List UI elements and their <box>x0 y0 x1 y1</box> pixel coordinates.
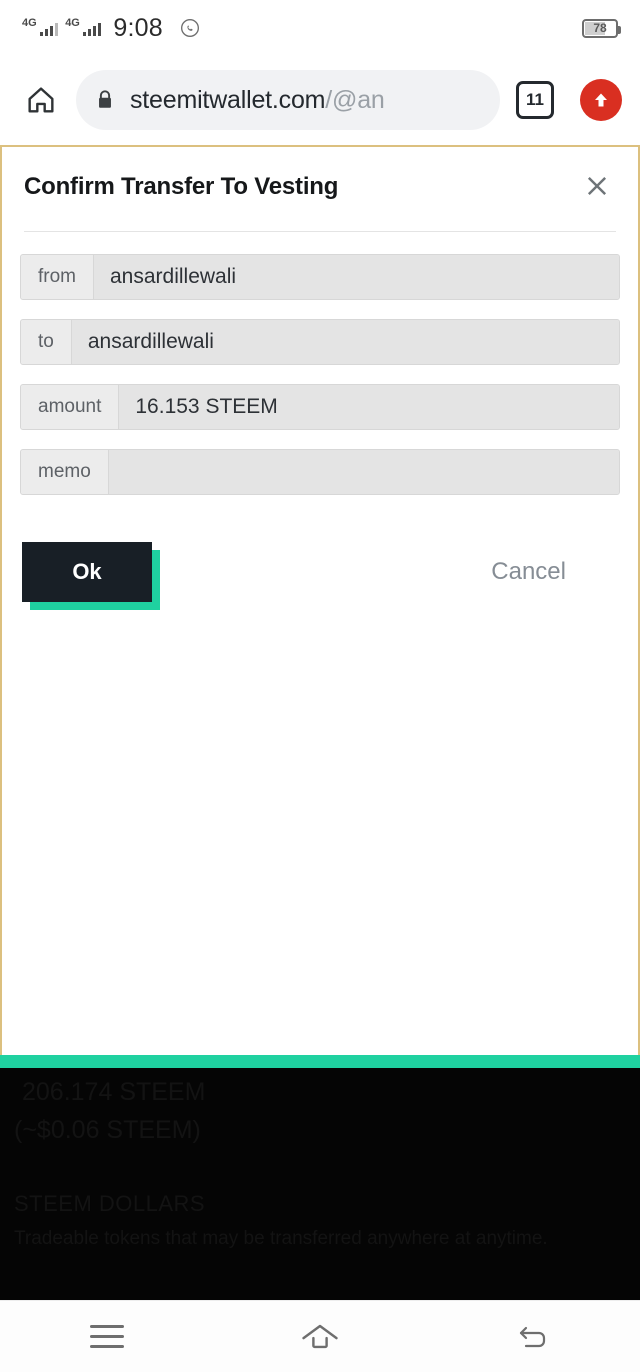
status-bar-left: 4G 4G 9:08 <box>22 14 200 43</box>
field-label-to: to <box>21 320 72 364</box>
field-row-amount: amount 16.153 STEEM <box>20 384 620 430</box>
steem-balance-amount: 206.174 STEEM <box>22 1078 206 1106</box>
status-bar-clock: 9:08 <box>113 13 163 42</box>
close-icon[interactable] <box>580 169 614 203</box>
field-label-from: from <box>21 255 94 299</box>
modal-header: Confirm Transfer To Vesting <box>2 147 638 203</box>
modal-title: Confirm Transfer To Vesting <box>24 173 339 200</box>
confirm-transfer-modal: Confirm Transfer To Vesting from ansardi… <box>0 145 640 1055</box>
whatsapp-icon <box>180 18 200 38</box>
status-bar-right: 78 <box>582 18 621 38</box>
home-icon[interactable] <box>18 77 64 123</box>
steem-dollars-title: STEEM DOLLARS <box>14 1191 206 1216</box>
field-value-memo[interactable] <box>108 450 619 494</box>
phone-screen: 4G 4G 9:08 78 steemitwallet.com/@an 11 C… <box>0 0 640 1372</box>
field-label-amount: amount <box>21 385 120 429</box>
field-row-to: to ansardillewali <box>20 319 620 365</box>
network-type-sim1: 4G <box>22 16 37 29</box>
cancel-button[interactable]: Cancel <box>491 558 616 586</box>
modal-actions: Ok Cancel <box>2 514 638 610</box>
url-bar[interactable]: steemitwallet.com/@an <box>76 70 500 130</box>
steem-balance-usd: (~$0.06 STEEM) <box>14 1116 201 1144</box>
field-value-to[interactable]: ansardillewali <box>71 320 619 364</box>
field-value-amount[interactable]: 16.153 STEEM <box>119 385 619 429</box>
steem-dollars-description: Tradeable tokens that may be transferred… <box>14 1228 548 1249</box>
field-row-from: from ansardillewali <box>20 254 620 300</box>
home-outline-icon[interactable] <box>275 1307 365 1367</box>
transfer-fields: from ansardillewali to ansardillewali am… <box>2 232 638 495</box>
ok-button[interactable]: Ok <box>22 542 152 602</box>
back-arrow-icon[interactable] <box>488 1307 578 1367</box>
battery-icon: 78 <box>582 18 621 38</box>
url-host: steemitwallet.com <box>130 85 326 114</box>
signal-bars-sim1 <box>39 21 59 36</box>
accent-bar <box>0 1055 640 1068</box>
dimmed-page-background: 206.174 STEEM (~$0.06 STEEM) STEEM DOLLA… <box>0 1068 640 1300</box>
field-row-memo: memo <box>20 449 620 495</box>
ok-button-wrap: Ok <box>22 542 160 610</box>
signal-icon-sim1: 4G <box>22 16 59 36</box>
tab-count-button[interactable]: 11 <box>516 81 554 119</box>
status-bar: 4G 4G 9:08 78 <box>0 0 640 56</box>
battery-percent: 78 <box>593 21 607 35</box>
url-path: /@an <box>325 85 385 114</box>
android-nav-bar <box>0 1300 640 1372</box>
field-label-memo: memo <box>21 450 109 494</box>
field-value-from[interactable]: ansardillewali <box>94 255 619 299</box>
signal-bars-sim2 <box>82 21 102 36</box>
url-text: steemitwallet.com/@an <box>130 86 385 115</box>
tab-count-label: 11 <box>526 90 544 109</box>
upload-arrow-icon[interactable] <box>580 79 622 121</box>
lock-icon <box>94 87 116 113</box>
signal-icon-sim2: 4G <box>65 16 102 36</box>
hamburger-menu-icon[interactable] <box>62 1307 152 1367</box>
network-type-sim2: 4G <box>65 16 80 29</box>
browser-toolbar: steemitwallet.com/@an 11 <box>0 56 640 144</box>
